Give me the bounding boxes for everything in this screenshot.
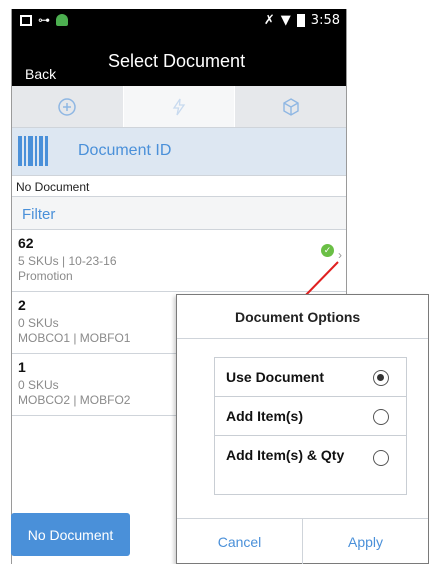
title-bar: Back Select Document	[12, 34, 346, 86]
plus-circle-icon	[58, 97, 77, 116]
wifi-icon: ▼	[280, 13, 291, 28]
document-id-label: Document ID	[78, 142, 172, 159]
apply-button[interactable]: Apply	[303, 519, 428, 564]
dialog-title: Document Options	[235, 309, 361, 325]
document-number: 62	[18, 235, 34, 251]
lightning-icon	[172, 98, 186, 115]
status-bar: ⊶ ✗ ▼ 3:58	[12, 9, 346, 34]
option-label: Use Document	[226, 369, 325, 385]
tab-add[interactable]	[12, 86, 124, 127]
barcode-icon	[18, 136, 48, 166]
status-time: 3:58	[310, 13, 340, 28]
cube-icon	[282, 97, 299, 116]
android-icon	[56, 14, 68, 26]
document-summary: 5 SKUs | 10-23-16	[18, 254, 117, 268]
option-label: Add Item(s) & Qty	[226, 447, 345, 463]
option-label: Add Item(s)	[226, 408, 303, 424]
check-icon: ✓	[321, 244, 334, 257]
page-title: Select Document	[108, 51, 246, 71]
current-document-text: No Document	[12, 176, 346, 197]
nfc-icon: ✗	[263, 13, 275, 28]
key-icon: ⊶	[38, 13, 50, 27]
tab-items[interactable]	[235, 86, 346, 127]
chevron-right-icon: ›	[338, 248, 342, 262]
cancel-button[interactable]: Cancel	[177, 519, 303, 564]
option-add-items[interactable]: Add Item(s)	[215, 397, 406, 436]
document-id-scan-row[interactable]: Document ID	[12, 128, 346, 176]
divider	[177, 338, 428, 339]
options-group: Use Document Add Item(s) Add Item(s) & Q…	[214, 357, 407, 495]
radio-icon[interactable]	[373, 409, 389, 425]
status-right-icons: ✗ ▼ 3:58	[264, 13, 340, 28]
document-detail: Promotion	[18, 269, 73, 283]
battery-icon	[296, 14, 305, 27]
option-use-document[interactable]: Use Document	[215, 358, 406, 397]
document-options-dialog: Document Options Use Document Add Item(s…	[176, 294, 429, 564]
dialog-footer: Cancel Apply	[177, 518, 428, 564]
no-document-button[interactable]: No Document	[11, 513, 130, 556]
tab-bar	[12, 86, 346, 128]
radio-icon[interactable]	[373, 450, 389, 466]
option-add-items-qty[interactable]: Add Item(s) & Qty	[215, 436, 406, 493]
tab-quick[interactable]	[123, 86, 236, 127]
back-button[interactable]: Back	[25, 66, 56, 82]
filter-label: Filter	[22, 206, 56, 223]
screenshot-icon	[20, 14, 32, 26]
filter-row[interactable]: Filter	[12, 197, 346, 230]
status-left-icons: ⊶	[20, 13, 68, 27]
radio-selected-icon[interactable]	[373, 370, 389, 386]
list-item[interactable]: 62 5 SKUs | 10-23-16 Promotion ✓ ›	[12, 230, 346, 292]
